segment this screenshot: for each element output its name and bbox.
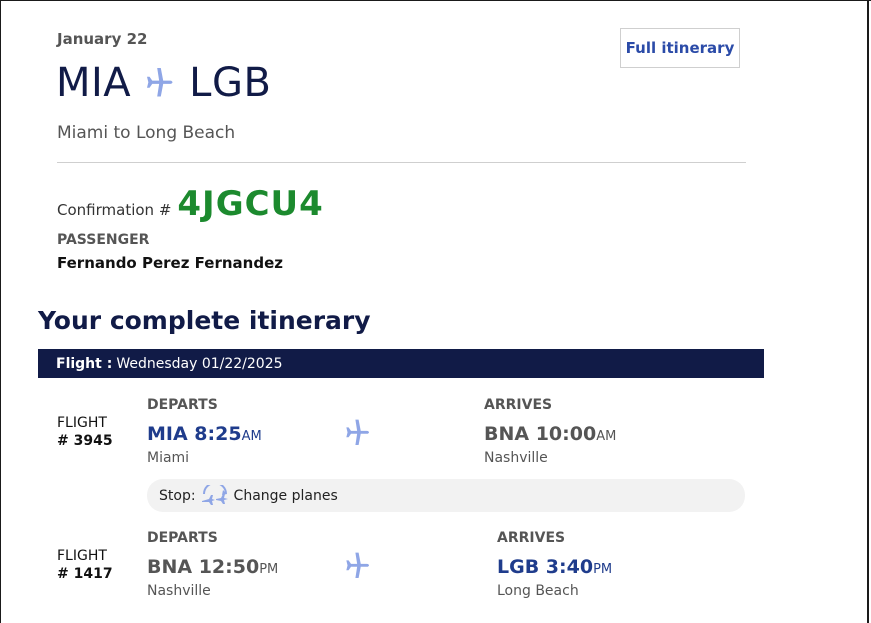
origin-code: MIA <box>56 60 132 106</box>
stop-info: Stop: Change planes <box>147 479 745 512</box>
arrives-label: ARRIVES <box>484 397 553 413</box>
arrive-time: BNA 10:00AM <box>484 423 616 445</box>
confirmation-row: Confirmation # 4JGCU4 <box>57 184 324 224</box>
stop-label: Stop: <box>159 487 196 504</box>
airplane-icon <box>346 419 369 445</box>
arrive-time: LGB 3:40PM <box>497 556 612 578</box>
arrive-city: Nashville <box>484 450 548 466</box>
flight-bar-label: Flight : <box>56 355 113 372</box>
trip-date: January 22 <box>57 30 148 48</box>
arrive-code-time: BNA 10:00 <box>484 423 597 445</box>
header-divider <box>57 162 746 163</box>
airplane-icon <box>346 552 369 578</box>
arrive-code-time: LGB 3:40 <box>497 556 594 578</box>
window-border-top <box>0 0 871 1</box>
flight-bar-date: Wednesday 01/22/2025 <box>116 355 283 372</box>
depart-ampm: PM <box>259 562 279 577</box>
flight-2-label: FLIGHT # 1417 <box>57 547 113 583</box>
depart-city: Nashville <box>147 583 211 599</box>
depart-code-time: MIA 8:25 <box>147 423 242 445</box>
itinerary-title: Your complete itinerary <box>38 306 371 335</box>
arrive-ampm: PM <box>593 562 613 577</box>
flight-1-label: FLIGHT # 3945 <box>57 414 113 450</box>
passenger-label: PASSENGER <box>57 232 150 248</box>
arrives-label: ARRIVES <box>497 530 566 546</box>
depart-ampm: AM <box>241 429 262 444</box>
depart-time: BNA 12:50PM <box>147 556 278 578</box>
full-itinerary-button[interactable]: Full itinerary <box>620 28 740 68</box>
confirmation-code: 4JGCU4 <box>177 184 324 224</box>
flight-label: FLIGHT <box>57 415 107 431</box>
departs-label: DEPARTS <box>147 530 218 546</box>
departs-label: DEPARTS <box>147 397 218 413</box>
arrive-city: Long Beach <box>497 583 579 599</box>
destination-code: LGB <box>189 60 272 106</box>
arrive-ampm: AM <box>596 429 617 444</box>
depart-code-time: BNA 12:50 <box>147 556 260 578</box>
route-description: Miami to Long Beach <box>57 123 236 143</box>
route-heading: MIA LGB <box>56 58 271 108</box>
airplane-icon <box>147 68 173 97</box>
flight-number: # 1417 <box>57 566 113 582</box>
window-border-left <box>0 0 1 623</box>
confirmation-label: Confirmation # <box>57 201 172 219</box>
flight-number: # 3945 <box>57 433 113 449</box>
flight-label: FLIGHT <box>57 548 107 564</box>
depart-time: MIA 8:25AM <box>147 423 262 445</box>
change-planes-icon <box>201 484 228 505</box>
window-border-right <box>867 0 869 623</box>
flight-date-bar: Flight : Wednesday 01/22/2025 <box>38 349 764 378</box>
passenger-name: Fernando Perez Fernandez <box>57 254 283 272</box>
stop-text: Change planes <box>233 487 338 504</box>
depart-city: Miami <box>147 450 190 466</box>
